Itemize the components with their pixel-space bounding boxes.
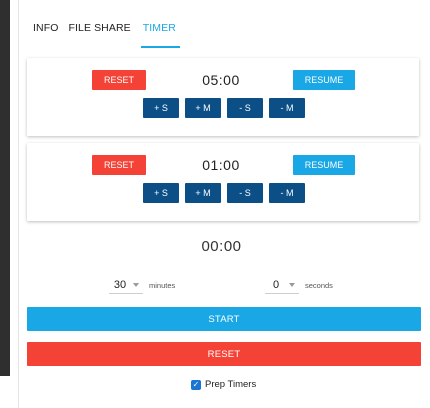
prep-timers-label: Prep Timers — [205, 379, 257, 390]
main-reset-button[interactable]: RESET — [27, 342, 421, 366]
prep-timers-toggle[interactable]: ✓ Prep Timers — [191, 379, 256, 390]
prep-timer-2-display: 01:00 — [202, 157, 240, 173]
dropdown-arrow-icon — [289, 283, 295, 287]
prep-timer-1-add-second-button[interactable]: + S — [143, 98, 179, 118]
prep-timer-2-add-minute-button[interactable]: + M — [185, 183, 221, 203]
prep-timer-card-2: RESET 01:00 RESUME + S + M - S - M — [27, 143, 419, 221]
timer-panel: INFO FILE SHARE TIMER RESET 05:00 RESUME… — [18, 0, 430, 408]
prep-timer-2-subtract-minute-button[interactable]: - M — [269, 183, 305, 203]
prep-timer-2-resume-button[interactable]: RESUME — [293, 155, 355, 175]
prep-timer-1-add-minute-button[interactable]: + M — [185, 98, 221, 118]
minutes-select[interactable]: 30 — [109, 276, 143, 294]
seconds-unit-label: seconds — [305, 280, 333, 290]
prep-timer-card-1: RESET 05:00 RESUME + S + M - S - M — [27, 58, 419, 136]
tab-file-share[interactable]: FILE SHARE — [68, 22, 130, 48]
main-timer-display: 00:00 — [201, 238, 242, 255]
prep-timer-1-subtract-second-button[interactable]: - S — [227, 98, 263, 118]
seconds-value: 0 — [272, 279, 280, 291]
tab-bar: INFO FILE SHARE TIMER — [33, 22, 190, 48]
minutes-select-group: 30 minutes — [109, 276, 175, 294]
prep-timer-2-add-second-button[interactable]: + S — [143, 183, 179, 203]
dropdown-arrow-icon — [133, 283, 139, 287]
prep-timer-1-adjust-row: + S + M - S - M — [143, 98, 311, 118]
minutes-unit-label: minutes — [149, 280, 176, 290]
prep-timer-1-resume-button[interactable]: RESUME — [293, 70, 355, 90]
prep-timer-2-subtract-second-button[interactable]: - S — [227, 183, 263, 203]
prep-timer-2-adjust-row: + S + M - S - M — [143, 183, 311, 203]
start-button[interactable]: START — [27, 307, 421, 331]
seconds-select[interactable]: 0 — [265, 276, 299, 294]
minutes-value: 30 — [113, 279, 127, 291]
tab-timer[interactable]: TIMER — [140, 22, 180, 48]
prep-timer-1-display: 05:00 — [202, 72, 240, 88]
left-sidebar-edge — [0, 0, 10, 376]
check-icon[interactable]: ✓ — [191, 379, 201, 390]
prep-timer-2-reset-button[interactable]: RESET — [92, 155, 146, 175]
seconds-select-group: 0 seconds — [265, 276, 333, 294]
prep-timer-1-reset-button[interactable]: RESET — [92, 70, 146, 90]
prep-timer-1-subtract-minute-button[interactable]: - M — [269, 98, 305, 118]
tab-info[interactable]: INFO — [33, 22, 58, 48]
